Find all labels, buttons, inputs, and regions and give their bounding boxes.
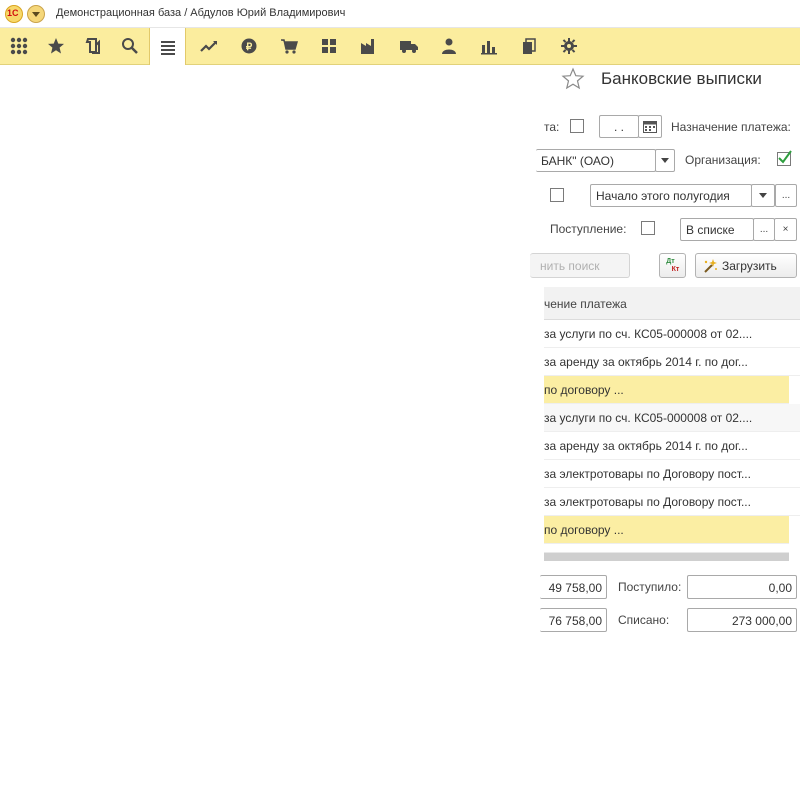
receipt-checkbox[interactable] xyxy=(641,221,655,235)
load-button-label: Загрузить xyxy=(722,258,777,273)
bank-account-field[interactable]: БАНК" (ОАО) xyxy=(536,149,656,172)
employees-icon[interactable] xyxy=(430,28,467,64)
sales-chart-icon[interactable] xyxy=(190,28,227,64)
form-title: Банковские выписки xyxy=(601,69,762,88)
in-list-select-button[interactable]: ... xyxy=(753,218,775,241)
period-dropdown-button[interactable] xyxy=(751,184,775,207)
main-menu-icon[interactable] xyxy=(149,28,186,65)
1c-logo-icon[interactable]: 1С xyxy=(5,5,23,23)
start-balance-field: 49 758,00 xyxy=(540,575,607,599)
title-bar: 1С Демонстрационная база / Абдулов Юрий … xyxy=(0,0,800,28)
written-off-label: Списано: xyxy=(618,613,670,627)
delivery-truck-icon[interactable] xyxy=(390,28,427,64)
window-title: Демонстрационная база / Абдулов Юрий Вла… xyxy=(56,7,346,19)
received-field: 0,00 xyxy=(687,575,797,599)
organization-checkbox[interactable] xyxy=(777,150,792,166)
in-list-field[interactable]: В списке xyxy=(680,218,754,241)
production-icon[interactable] xyxy=(350,28,387,64)
calendar-button[interactable] xyxy=(638,115,662,138)
search-icon[interactable] xyxy=(111,28,148,64)
date-label: та: xyxy=(544,120,560,134)
reports-icon[interactable] xyxy=(470,28,507,64)
table-row[interactable]: за аренду за октябрь 2014 г. по дог... xyxy=(544,432,800,460)
sections-toolbar: ₽ xyxy=(0,28,800,65)
table-row[interactable]: за аренду за октябрь 2014 г. по дог... xyxy=(544,348,800,376)
bank-statements-table[interactable]: чение платежа за услуги по сч. КС05-0000… xyxy=(544,287,800,569)
table-row[interactable]: за электротовары по Договору пост... xyxy=(544,460,800,488)
svg-text:₽: ₽ xyxy=(245,42,252,53)
warehouse-icon[interactable] xyxy=(310,28,347,64)
purchases-cart-icon[interactable] xyxy=(270,28,307,64)
bank-cash-icon[interactable]: ₽ xyxy=(230,28,267,64)
settings-gear-icon[interactable] xyxy=(550,28,587,64)
receipt-label: Поступление: xyxy=(550,222,627,236)
history-icon[interactable] xyxy=(74,28,111,64)
period-field[interactable]: Начало этого полугодия xyxy=(590,184,752,207)
apps-grid-icon[interactable] xyxy=(0,28,37,64)
written-off-field: 273 000,00 xyxy=(687,608,797,632)
load-wizard-icon xyxy=(704,258,717,273)
checkmark-icon xyxy=(778,150,792,164)
chevron-down-icon xyxy=(661,158,669,163)
table-row[interactable]: за электротовары по Договору пост... xyxy=(544,488,800,516)
logo-text: 1С xyxy=(7,8,19,18)
clear-search-button[interactable]: нить поиск xyxy=(530,253,630,278)
favorites-star-icon[interactable] xyxy=(37,28,74,64)
bank-account-dropdown-button[interactable] xyxy=(655,149,675,172)
date-checkbox[interactable] xyxy=(570,119,584,133)
main-menu-dropdown-icon[interactable] xyxy=(27,5,45,23)
column-header-purpose[interactable]: чение платежа xyxy=(544,297,627,311)
end-balance-field: 76 758,00 xyxy=(540,608,607,632)
period-checkbox[interactable] xyxy=(550,188,564,202)
add-to-favorites-star-icon[interactable] xyxy=(561,67,585,91)
table-row-group[interactable]: по договору ... xyxy=(544,376,789,404)
received-label: Поступило: xyxy=(618,580,682,594)
calendar-icon xyxy=(643,120,657,133)
table-row[interactable]: за услуги по сч. КС05-000008 от 02.... xyxy=(544,404,800,432)
dt-kt-button[interactable]: Дт Кт xyxy=(659,253,686,278)
purpose-label: Назначение платежа: xyxy=(671,120,791,134)
table-row-group[interactable]: по договору ... xyxy=(544,516,789,544)
dt-kt-icon-top: Дт xyxy=(666,257,675,265)
dt-kt-icon-bottom: Кт xyxy=(671,265,680,273)
in-list-clear-button[interactable]: × xyxy=(774,218,797,241)
table-header: чение платежа xyxy=(544,287,800,320)
table-row[interactable]: за услуги по сч. КС05-000008 от 02.... xyxy=(544,320,800,348)
organization-label: Организация: xyxy=(685,153,761,167)
date-field[interactable]: . . xyxy=(599,115,639,138)
horizontal-scrollbar[interactable] xyxy=(544,552,789,561)
chevron-down-icon xyxy=(759,193,767,198)
period-select-button[interactable]: ... xyxy=(775,184,797,207)
load-button[interactable]: Загрузить xyxy=(695,253,797,278)
directories-icon[interactable] xyxy=(510,28,547,64)
